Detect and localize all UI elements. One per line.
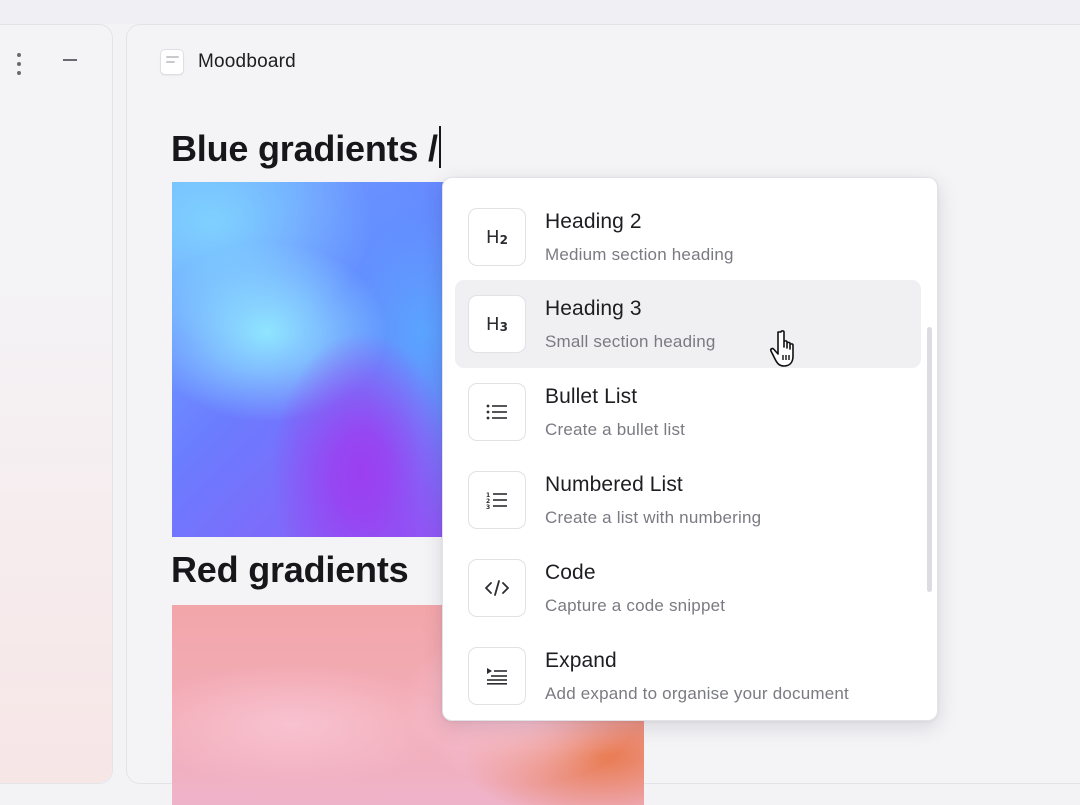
- code-icon: [468, 559, 526, 617]
- bullet-list-icon: [468, 383, 526, 441]
- document-title[interactable]: Moodboard: [198, 51, 296, 73]
- menu-item-heading-3[interactable]: H3 Heading 3 Small section heading: [455, 280, 921, 368]
- text-caret: [438, 126, 441, 168]
- document-header: Moodboard: [160, 49, 296, 75]
- menu-item-description: Add expand to organise your document: [545, 684, 849, 703]
- menu-item-expand[interactable]: Expand Add expand to organise your docum…: [455, 632, 921, 720]
- menu-item-title: Heading 2: [545, 210, 642, 233]
- menu-item-heading-2[interactable]: H2 Heading 2 Medium section heading: [455, 193, 921, 281]
- slash-menu-list: H2 Heading 2 Medium section heading H3 H…: [443, 178, 937, 720]
- window-top-strip: [0, 0, 1080, 24]
- more-options-icon[interactable]: [14, 53, 24, 75]
- minimize-icon[interactable]: [63, 59, 77, 61]
- menu-item-description: Medium section heading: [545, 245, 734, 264]
- heading-3-icon: H3: [468, 295, 526, 353]
- menu-item-bullet-list[interactable]: Bullet List Create a bullet list: [455, 368, 921, 456]
- menu-item-title: Expand: [545, 649, 617, 672]
- menu-item-code[interactable]: Code Capture a code snippet: [455, 544, 921, 632]
- menu-item-title: Bullet List: [545, 385, 638, 408]
- heading-red-gradients[interactable]: Red gradients: [171, 549, 409, 591]
- menu-item-title: Heading 3: [545, 297, 642, 320]
- menu-item-description: Create a list with numbering: [545, 508, 762, 527]
- sidebar-tint: [0, 245, 112, 783]
- menu-item-title: Numbered List: [545, 473, 683, 496]
- heading-2-icon: H2: [468, 208, 526, 266]
- document-icon: [160, 49, 184, 75]
- heading-blue-gradients[interactable]: Blue gradients /: [171, 126, 441, 170]
- menu-item-description: Capture a code snippet: [545, 596, 726, 615]
- menu-scrollbar[interactable]: [927, 327, 932, 592]
- menu-item-numbered-list[interactable]: 1 2 3 Numbered List Create a list with n…: [455, 456, 921, 544]
- heading-blue-text: Blue gradients /: [171, 128, 438, 169]
- left-sidebar-panel: [0, 24, 113, 784]
- menu-item-description: Create a bullet list: [545, 420, 686, 439]
- menu-item-title: Code: [545, 561, 596, 584]
- svg-text:3: 3: [486, 504, 490, 509]
- blue-gradient-image[interactable]: [172, 182, 462, 537]
- numbered-list-icon: 1 2 3: [468, 471, 526, 529]
- menu-item-description: Small section heading: [545, 332, 716, 351]
- slash-command-menu: H2 Heading 2 Medium section heading H3 H…: [442, 177, 938, 721]
- hand-pointer-icon: [769, 330, 794, 367]
- expand-icon: [468, 647, 526, 705]
